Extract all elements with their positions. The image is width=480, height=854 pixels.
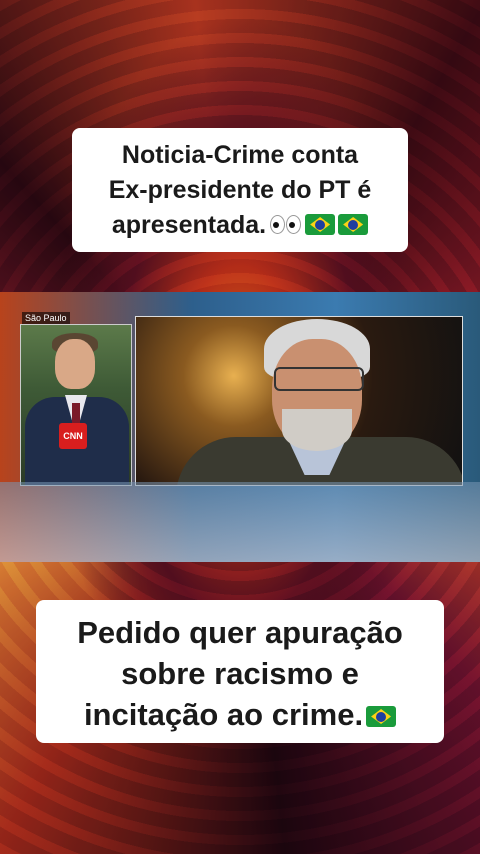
bottom-caption-line-3: incitação ao crime. <box>44 694 436 735</box>
location-label: São Paulo <box>22 312 70 324</box>
news-video-frame: CNN São Paulo <box>0 292 480 562</box>
eyes-icon <box>270 209 302 244</box>
blurred-lower-third <box>0 482 480 562</box>
top-caption: Noticia-Crime conta Ex-presidente do PT … <box>72 128 408 252</box>
top-caption-line-1: Noticia-Crime conta <box>121 141 359 169</box>
top-caption-line-2: Ex-presidente do PT é <box>108 176 372 204</box>
brazil-flag-icon <box>366 706 397 727</box>
top-caption-line-3: apresentada. <box>80 208 400 244</box>
bottom-caption-line-3-text: incitação ao crime. <box>83 697 364 732</box>
bottom-caption: Pedido quer apuração sobre racismo e inc… <box>36 600 444 743</box>
portrait-image <box>135 316 463 486</box>
cnn-mic-logo: CNN <box>59 423 87 449</box>
bottom-caption-line-2: sobre racismo e <box>121 656 359 691</box>
brazil-flag-icon <box>338 214 369 235</box>
reporter-image: CNN <box>20 324 132 486</box>
bottom-caption-line-1: Pedido quer apuração <box>77 615 403 650</box>
brazil-flag-icon <box>305 214 336 235</box>
top-caption-line-3-text: apresentada. <box>111 211 267 239</box>
